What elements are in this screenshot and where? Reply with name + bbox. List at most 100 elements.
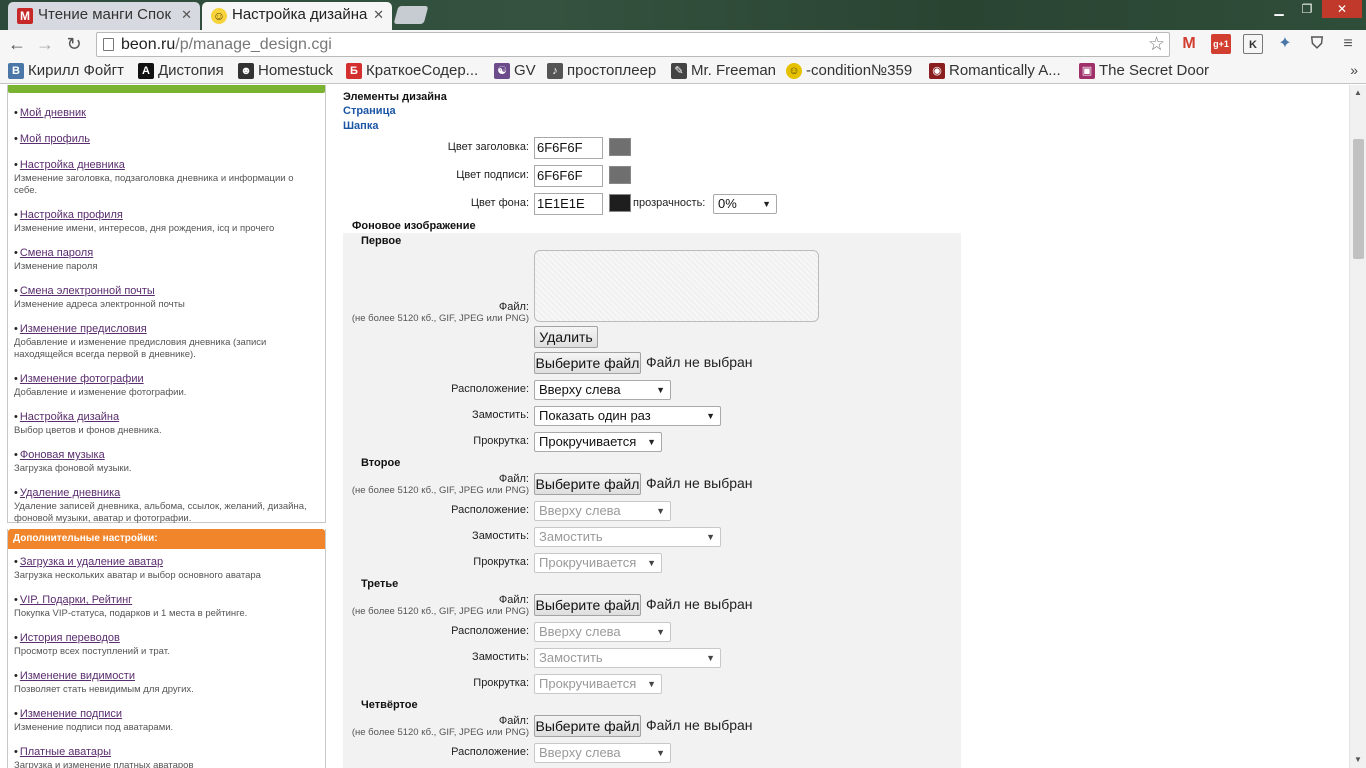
bookmark-item[interactable]: A Дистопия	[138, 62, 224, 80]
k-extension-icon[interactable]: K	[1243, 34, 1263, 54]
title-color-input[interactable]: 6F6F6F	[534, 137, 603, 159]
caption-color-input[interactable]: 6F6F6F	[534, 165, 603, 187]
transparency-label: прозрачность:	[633, 197, 706, 209]
position-select[interactable]: Вверху слева ▼	[534, 380, 671, 400]
bg-color-swatch[interactable]	[609, 194, 631, 212]
tab-manga[interactable]: M Чтение манги Спок ✕	[8, 2, 200, 30]
minimize-icon[interactable]: ▁	[1266, 0, 1292, 18]
tile-label: Замостить:	[472, 530, 529, 542]
scroll-select[interactable]: Прокручивается ▼	[534, 674, 662, 694]
title-color-swatch[interactable]	[609, 138, 631, 156]
select-value: Показать один раз	[539, 408, 651, 423]
scroll-down-icon[interactable]: ▼	[1350, 752, 1366, 768]
file-label: Файл:	[498, 715, 529, 727]
sidebar-link[interactable]: Удаление дневника	[20, 487, 120, 499]
position-select[interactable]: Вверху слева ▼	[534, 622, 671, 642]
sidebar-link[interactable]: Настройка дизайна	[20, 411, 119, 423]
bg-images-section: Первое Файл: (не более 5120 кб., GIF, JP…	[343, 233, 961, 768]
sidebar-link[interactable]: Настройка дневника	[20, 159, 125, 171]
sidebar-link[interactable]: Изменение предисловия	[20, 323, 147, 335]
bookmark-item[interactable]: ✎ Mr. Freeman	[671, 62, 776, 80]
reload-icon[interactable]: ↻	[63, 33, 85, 55]
close-tab-icon[interactable]: ✕	[181, 2, 192, 28]
tile-label: Замостить:	[472, 651, 529, 663]
settings-box: • Мой дневник • Мой профиль • Настройка дне…	[7, 85, 326, 524]
scroll-up-icon[interactable]: ▲	[1350, 85, 1366, 101]
no-file-text: Файл не выбран	[646, 475, 753, 491]
chevron-down-icon: ▼	[706, 653, 715, 663]
sidebar-link[interactable]: Изменение подписи	[20, 708, 122, 720]
bookmark-item[interactable]: В Кирилл Фойгт	[8, 62, 124, 80]
page-link[interactable]: Страница	[343, 105, 396, 117]
bookmark-item[interactable]: ♪ простоплеер	[547, 62, 656, 80]
slot-title: Первое	[361, 235, 402, 247]
close-tab-icon[interactable]: ✕	[373, 2, 384, 28]
chevron-down-icon: ▼	[647, 437, 656, 447]
scroll-select[interactable]: Прокручивается ▼	[534, 432, 662, 452]
more-bookmarks-icon[interactable]: »	[1350, 62, 1358, 78]
bookmark-item[interactable]: ☯ GV	[494, 62, 536, 80]
position-select[interactable]: Вверху слева ▼	[534, 743, 671, 763]
sidebar-link[interactable]: Смена пароля	[20, 247, 93, 259]
sidebar-link[interactable]: Настройка профиля	[20, 209, 123, 221]
sidebar-link[interactable]: Мой дневник	[20, 107, 86, 119]
sidebar-link[interactable]: Мой профиль	[20, 133, 90, 145]
scroll-label: Прокрутка:	[473, 677, 529, 689]
chevron-down-icon: ▼	[647, 679, 656, 689]
back-arrow-icon[interactable]: ←	[6, 33, 28, 55]
sidebar-desc: Изменение подписи под аватарами.	[14, 722, 174, 733]
tab-design-settings[interactable]: ☺ Настройка дизайна ✕	[202, 2, 392, 30]
choose-file-button[interactable]: Выберите файл	[534, 594, 641, 616]
header-link[interactable]: Шапка	[343, 120, 378, 132]
bookmark-item[interactable]: ▣ The Secret Door	[1079, 62, 1209, 80]
bookmark-item[interactable]: ☺ -condition№359	[786, 62, 912, 80]
pocket-icon[interactable]: ⛉	[1307, 34, 1327, 54]
sidebar-link[interactable]: Загрузка и удаление аватар	[20, 556, 163, 568]
scroll-select[interactable]: Прокручивается ▼	[534, 553, 662, 573]
sidebar-link[interactable]: Изменение фотографии	[20, 373, 144, 385]
sidebar-link[interactable]: Платные аватары	[20, 746, 111, 758]
bookmark-item[interactable]: ☻ Homestuck	[238, 62, 333, 80]
choose-file-button[interactable]: Выберите файл	[534, 715, 641, 737]
bookmark-item[interactable]: Б КраткоеСодер...	[346, 62, 478, 80]
bookmark-label: Homestuck	[258, 62, 334, 79]
sidebar: • Мой дневник • Мой профиль • Настройка дне…	[7, 85, 326, 768]
tile-select[interactable]: Замостить ▼	[534, 648, 721, 668]
share-icon[interactable]: ✦	[1275, 34, 1295, 54]
sidebar-link[interactable]: Фоновая музыка	[20, 449, 105, 461]
settings-box-header	[8, 85, 325, 93]
gmail-icon[interactable]: M	[1179, 34, 1199, 54]
tile-select[interactable]: Замостить ▼	[534, 527, 721, 547]
position-select[interactable]: Вверху слева ▼	[534, 501, 671, 521]
new-tab-button[interactable]	[393, 6, 429, 24]
tile-select[interactable]: Показать один раз ▼	[534, 406, 721, 426]
vertical-scrollbar[interactable]: ▲ ▼	[1349, 85, 1366, 768]
sidebar-desc: Изменение адреса электронной почты	[14, 299, 185, 310]
image-preview	[534, 250, 819, 322]
sidebar-link[interactable]: Смена электронной почты	[20, 285, 155, 297]
menu-icon[interactable]: ≡	[1338, 34, 1358, 54]
sidebar-link[interactable]: История переводов	[20, 632, 120, 644]
sidebar-link[interactable]: VIP, Подарки, Рейтинг	[20, 594, 132, 606]
bookmark-star-icon[interactable]: ☆	[1148, 33, 1165, 56]
gplus-icon[interactable]: g+1	[1211, 34, 1231, 54]
delete-button[interactable]: Удалить	[534, 326, 598, 348]
restore-icon[interactable]: ❐	[1294, 0, 1320, 18]
transparency-select[interactable]: 0% ▼	[713, 194, 777, 214]
slot-title: Второе	[361, 457, 401, 469]
bookmark-label: The Secret Door	[1099, 62, 1210, 79]
choose-file-button[interactable]: Выберите файл	[534, 352, 641, 374]
sidebar-desc: Загрузка нескольких аватар и выбор основ…	[14, 570, 261, 581]
scrollbar-thumb[interactable]	[1353, 139, 1364, 259]
close-window-icon[interactable]: ✕	[1322, 0, 1362, 18]
tab-strip: M Чтение манги Спок ✕ ☺ Настройка дизайн…	[0, 0, 1366, 30]
caption-color-swatch[interactable]	[609, 166, 631, 184]
bookmark-item[interactable]: ◉ Romantically A...	[929, 62, 1061, 80]
choose-file-button[interactable]: Выберите файл	[534, 473, 641, 495]
sidebar-item-my-profile: • Мой профиль	[14, 133, 91, 145]
bg-color-input[interactable]: 1E1E1E	[534, 193, 603, 215]
chevron-down-icon: ▼	[656, 748, 665, 758]
sidebar-link[interactable]: Изменение видимости	[20, 670, 135, 682]
forward-arrow-icon[interactable]: →	[34, 33, 56, 55]
address-bar[interactable]: beon.ru/p/manage_design.cgi ☆	[96, 32, 1170, 57]
